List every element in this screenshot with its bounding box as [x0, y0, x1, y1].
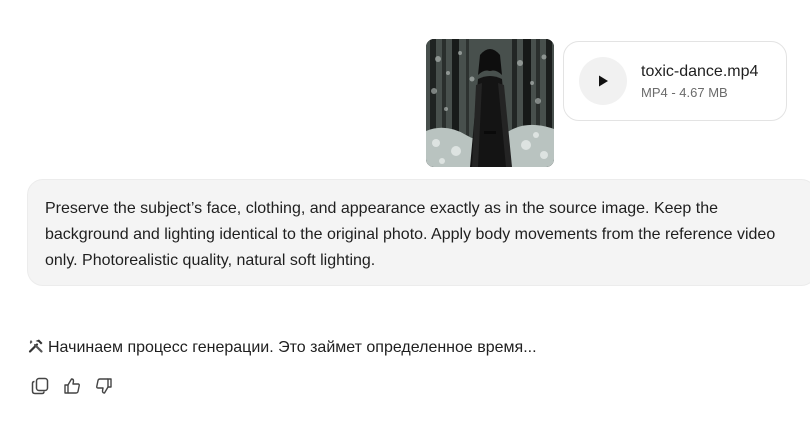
assistant-message-text: Начинаем процесс генерации. Это займет о… — [48, 339, 537, 356]
attachments-row: toxic-dance.mp4 MP4 - 4.67 MB — [426, 39, 787, 167]
file-meta: MP4 - 4.67 MB — [641, 84, 728, 100]
thumbs-up-icon — [64, 378, 80, 394]
video-file-card[interactable]: toxic-dance.mp4 MP4 - 4.67 MB — [563, 41, 787, 121]
thumbs-down-icon — [96, 378, 112, 394]
play-icon — [599, 75, 608, 87]
image-attachment-thumbnail[interactable] — [426, 39, 554, 167]
photo-thumbnail — [426, 39, 554, 167]
copy-icon — [31, 377, 49, 395]
user-prompt-text: Preserve the subject’s face, clothing, a… — [45, 200, 776, 269]
hammer-wrench-icon — [28, 339, 43, 353]
assistant-message: Начинаем процесс генерации. Это займет о… — [28, 337, 537, 359]
thumbs-up-button[interactable] — [62, 376, 82, 396]
play-button[interactable] — [579, 57, 627, 105]
thumbs-down-button[interactable] — [94, 376, 114, 396]
copy-button[interactable] — [30, 376, 50, 396]
message-actions — [30, 376, 114, 396]
user-prompt-bubble: Preserve the subject’s face, clothing, a… — [27, 179, 810, 286]
file-name: toxic-dance.mp4 — [641, 62, 759, 80]
